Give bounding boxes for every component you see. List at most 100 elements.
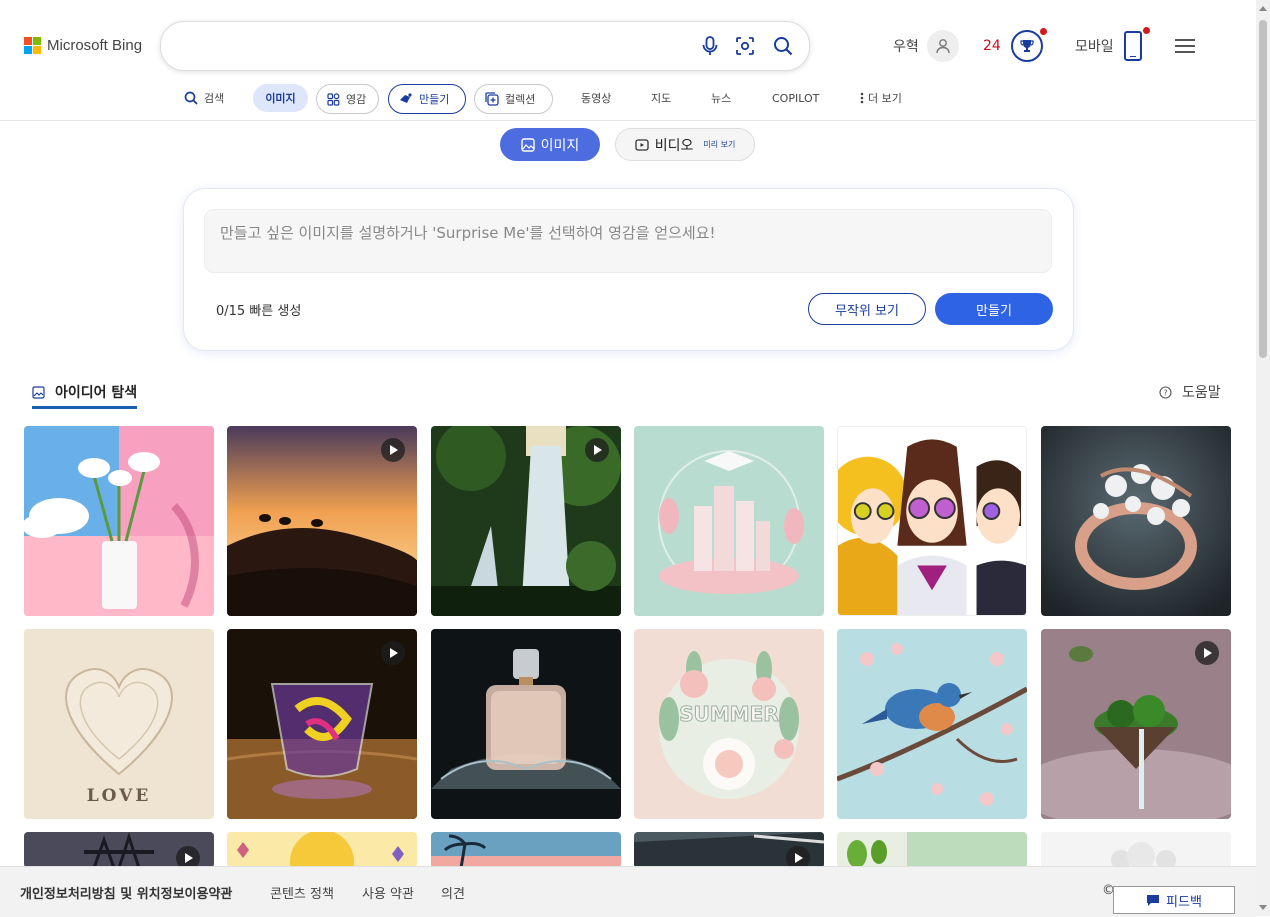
hamburger-menu-icon[interactable] (1175, 39, 1195, 53)
idea-tile-pearl-ring[interactable] (1041, 426, 1231, 616)
video-play-icon (381, 641, 405, 665)
idea-tile-dark-car[interactable] (634, 832, 824, 868)
image-mode-button[interactable]: 이미지 (500, 128, 600, 161)
scope-nav: 검색 이미지 영감 만들기 컬렉션 동영상 지도 뉴스 COPILOT 더 보기 (0, 84, 1256, 114)
microphone-icon[interactable] (699, 35, 721, 57)
mobile-label: 모바일 (1075, 39, 1114, 55)
image-icon (32, 385, 45, 399)
collection-icon (485, 92, 499, 106)
tab-label: 컬렉션 (505, 93, 536, 106)
idea-tile-floating-island[interactable] (1041, 629, 1231, 819)
tab-copilot[interactable]: COPILOT (762, 84, 829, 112)
phone-icon (1123, 27, 1150, 61)
idea-tile-paper-heart-love[interactable]: LOVE (24, 629, 214, 819)
idea-tile-desert-camel-sunset[interactable] (227, 426, 417, 616)
idea-tile-tropical-beach[interactable] (431, 832, 621, 868)
inspiration-icon (327, 92, 340, 106)
svg-text:?: ? (1163, 388, 1167, 397)
tab-videos[interactable]: 동영상 (571, 84, 621, 112)
idea-tile-sun-butterflies[interactable] (227, 832, 417, 868)
help-label: 도움말 (1182, 385, 1221, 401)
microsoft-logo-icon (24, 37, 41, 54)
help-icon: ? (1159, 385, 1172, 399)
video-play-icon (176, 846, 200, 868)
idea-tile-green-leaves[interactable] (837, 832, 1027, 868)
video-play-icon (786, 846, 810, 868)
video-mode-label: 비디오 (654, 137, 694, 154)
search-input[interactable] (181, 34, 685, 60)
mobile-link[interactable]: 모바일 (1075, 27, 1150, 64)
tile-caption: LOVE (87, 786, 152, 806)
tab-inspiration[interactable]: 영감 (316, 84, 379, 114)
footer-link-content-policy[interactable]: 콘텐츠 정책 (270, 883, 334, 902)
chat-bubble-icon (1146, 894, 1160, 907)
tab-images[interactable]: 이미지 (253, 84, 308, 112)
visual-search-icon[interactable] (734, 35, 756, 57)
tab-label: 영감 (346, 93, 367, 106)
vertical-scrollbar[interactable] (1256, 0, 1270, 916)
footer-link-privacy[interactable]: 개인정보처리방침 및 위치정보이용약관 (20, 883, 232, 902)
video-mode-button[interactable]: 비디오 미리 보기 (615, 128, 755, 161)
active-tab-underline (32, 406, 137, 409)
idea-tile-summer-paper-flowers[interactable]: SUMMER (634, 629, 824, 819)
tab-search[interactable]: 검색 (174, 84, 234, 112)
preview-badge: 미리 보기 (703, 140, 736, 149)
rewards-points: 24 (983, 38, 1001, 54)
image-mode-label: 이미지 (540, 137, 580, 154)
boost-counter: 0/15 빠른 생성 (216, 304, 302, 319)
video-play-icon (381, 438, 405, 462)
tab-label: 이미지 (265, 92, 296, 105)
tab-label: 더 보기 (868, 92, 902, 105)
tab-more[interactable]: 더 보기 (850, 84, 912, 112)
notification-dot (1142, 27, 1150, 34)
rewards[interactable]: 24 (983, 28, 1047, 64)
search-icon[interactable] (772, 35, 794, 57)
idea-tile-pastel-graduation-city[interactable] (634, 426, 824, 616)
search-box[interactable] (160, 21, 810, 71)
tab-maps[interactable]: 지도 (641, 84, 681, 112)
idea-tile-pirate-ship[interactable] (24, 832, 214, 868)
surprise-me-button[interactable]: 무작위 보기 (808, 293, 926, 325)
user-account[interactable]: 우혁 (893, 28, 959, 64)
scroll-down-arrow-icon[interactable] (1259, 905, 1267, 910)
footer: 개인정보처리방침 및 위치정보이용약관 콘텐츠 정책 사용 약관 의견 © (0, 866, 1256, 917)
help-link[interactable]: ? 도움말 (1159, 382, 1221, 402)
prompt-input[interactable]: 만들고 싶은 이미지를 설명하거나 'Surprise Me'를 선택하여 영감… (204, 209, 1052, 273)
logo-text: Microsoft Bing (47, 37, 143, 54)
idea-tile-white-clouds[interactable] (1041, 832, 1231, 868)
feedback-button[interactable]: 피드백 (1113, 886, 1235, 914)
create-button[interactable]: 만들기 (935, 293, 1053, 325)
idea-tile-forest-waterfall[interactable] (431, 426, 621, 616)
tab-news[interactable]: 뉴스 (701, 84, 741, 112)
idea-tile-bird-cherry-blossom[interactable] (837, 629, 1027, 819)
tab-label: 뉴스 (711, 92, 732, 105)
tab-label: 검색 (204, 92, 225, 105)
tab-label: 만들기 (419, 93, 450, 106)
tile-caption: SUMMER (679, 702, 779, 726)
more-vertical-icon (860, 92, 864, 104)
explore-ideas-tab[interactable]: 아이디어 탐색 (32, 382, 137, 402)
notification-dot (1039, 28, 1047, 35)
avatar-icon (926, 30, 959, 62)
create-icon (399, 92, 413, 106)
scrollbar-thumb[interactable] (1259, 20, 1267, 358)
scroll-up-arrow-icon[interactable] (1259, 6, 1267, 11)
video-create-icon (635, 138, 649, 152)
search-icon (184, 91, 198, 105)
explore-title: 아이디어 탐색 (55, 385, 138, 401)
video-play-icon (585, 438, 609, 462)
footer-link-feedback[interactable]: 의견 (441, 883, 465, 902)
footer-link-terms[interactable]: 사용 약관 (362, 883, 414, 902)
idea-tile-perfume-bottle-splash[interactable] (431, 629, 621, 819)
idea-tile-calla-lily-vase[interactable] (24, 426, 214, 616)
idea-tile-rainbow-glass-bowl[interactable] (227, 629, 417, 819)
user-name: 우혁 (893, 39, 919, 55)
idea-tile-anime-friends-sunglasses[interactable] (837, 426, 1027, 616)
prompt-placeholder: 만들고 싶은 이미지를 설명하거나 'Surprise Me'를 선택하여 영감… (220, 224, 716, 242)
trophy-icon (1010, 28, 1047, 62)
create-card: 만들고 싶은 이미지를 설명하거나 'Surprise Me'를 선택하여 영감… (183, 188, 1074, 351)
image-create-icon (520, 137, 535, 152)
bing-logo[interactable]: Microsoft Bing (24, 37, 142, 54)
tab-collections[interactable]: 컬렉션 (474, 84, 553, 114)
tab-create[interactable]: 만들기 (388, 84, 466, 114)
